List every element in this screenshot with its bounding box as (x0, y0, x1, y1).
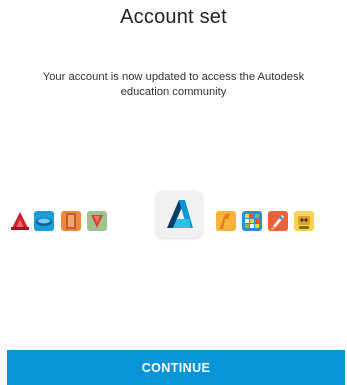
message-line-2: education community (120, 86, 227, 98)
product-icons-row (0, 188, 347, 248)
rocket-app-icon (267, 210, 289, 232)
page-title: Account set (120, 6, 227, 28)
confirmation-message: Your account is now updated to access th… (0, 70, 347, 100)
autocad-icon (9, 210, 31, 232)
autodesk-logo-icon (155, 190, 203, 238)
account-set-page: Account set Your account is now updated … (0, 0, 347, 385)
continue-button[interactable]: CONTINUE (7, 350, 345, 385)
3ds-max-icon (33, 210, 55, 232)
robot-app-icon (293, 210, 315, 232)
revit-family-icon (86, 210, 108, 232)
fusion-icon (215, 210, 237, 232)
message-line-1: Your account is now updated to access th… (42, 71, 305, 83)
grid-app-icon (241, 210, 263, 232)
revit-icon (60, 210, 82, 232)
